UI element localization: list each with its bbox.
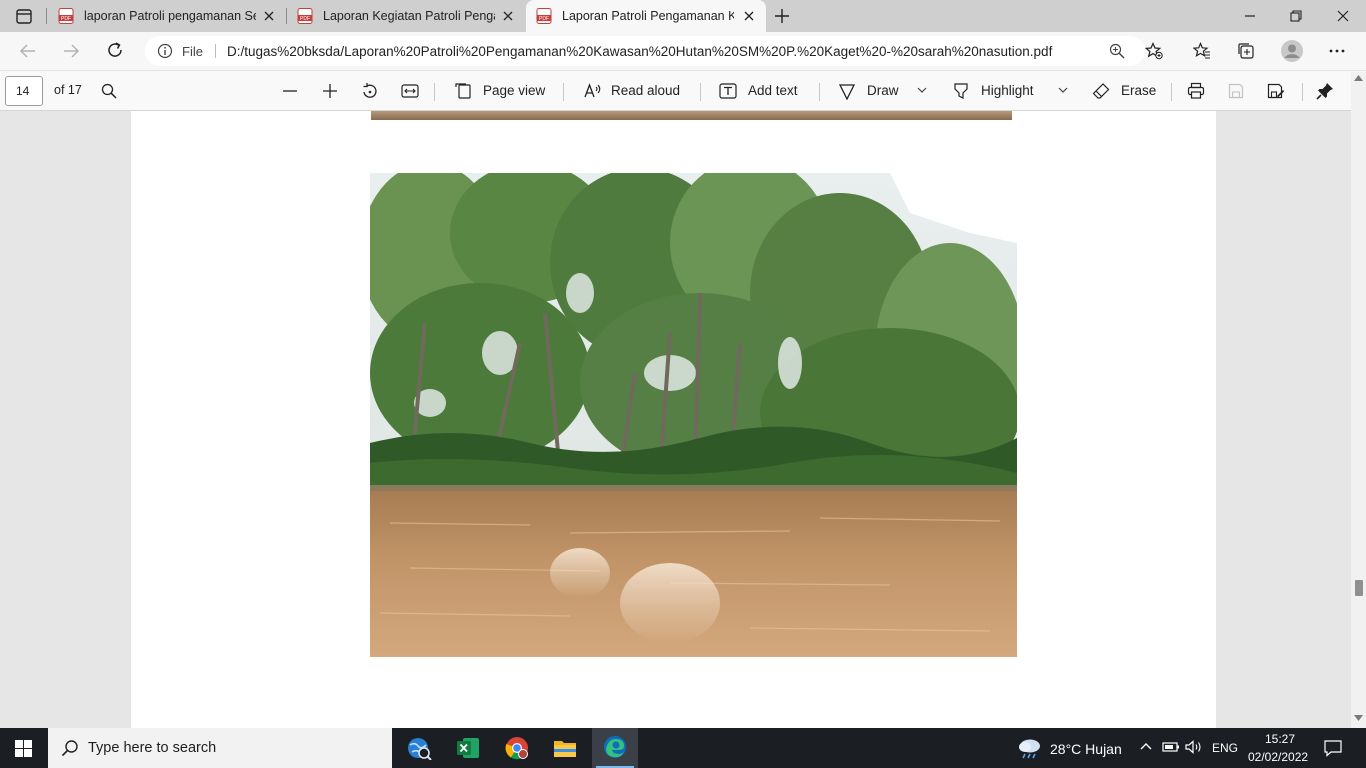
weather-text[interactable]: 28°C Hujan [1050, 741, 1122, 757]
chevron-up-icon[interactable] [1140, 742, 1152, 751]
read-aloud-button[interactable]: Read aloud [611, 83, 680, 98]
zoom-icon[interactable] [1109, 43, 1125, 59]
info-icon[interactable] [157, 43, 173, 59]
search-icon [61, 739, 79, 757]
pin-toolbar-icon[interactable] [1316, 82, 1334, 100]
photo-river-forest [370, 173, 1017, 660]
window-close-icon[interactable] [1336, 9, 1350, 23]
close-icon[interactable] [262, 9, 276, 23]
pdf-document-area[interactable] [0, 111, 1351, 728]
address-bar[interactable]: File D:/tugas%20bksda/Laporan%20Patroli%… [145, 36, 1145, 66]
tab-laporan-patroli-sebuku[interactable]: PDF laporan Patroli pengamanan Seb [48, 0, 286, 32]
notifications-icon[interactable] [1324, 739, 1342, 757]
back-icon[interactable] [19, 43, 37, 59]
file-explorer-app-icon[interactable] [553, 737, 577, 759]
tab-title: Laporan Patroli Pengamanan Kav [562, 9, 734, 23]
more-menu-icon[interactable] [1329, 49, 1345, 53]
chrome-app-icon[interactable] [505, 736, 529, 760]
edge-icon [603, 735, 627, 759]
windows-taskbar: Type here to search 28°C Hujan ENG 15:27… [0, 728, 1366, 768]
add-text-icon[interactable] [719, 83, 737, 99]
scroll-up-arrow[interactable] [1354, 75, 1363, 81]
restore-icon[interactable] [1289, 9, 1303, 23]
favorites-icon[interactable] [1193, 42, 1211, 60]
battery-icon[interactable] [1162, 741, 1180, 753]
pdf-file-icon: PDF [297, 8, 313, 24]
chevron-down-icon[interactable] [917, 86, 927, 94]
svg-text:PDF: PDF [300, 16, 310, 22]
volume-icon[interactable] [1185, 740, 1203, 754]
eraser-icon[interactable] [1092, 82, 1110, 100]
highlight-icon[interactable] [952, 82, 970, 100]
pdf-page [131, 111, 1216, 728]
erase-button[interactable]: Erase [1121, 83, 1156, 98]
fit-page-icon[interactable] [401, 83, 419, 99]
tab-title: Laporan Kegiatan Patroli Pengam [323, 9, 495, 23]
add-favorite-icon[interactable] [1145, 42, 1163, 60]
search-icon[interactable] [101, 83, 117, 99]
previous-photo-edge [371, 111, 1012, 120]
svg-text:PDF: PDF [61, 16, 71, 22]
rotate-icon[interactable] [361, 82, 379, 100]
save-icon[interactable] [1228, 83, 1244, 99]
page-number-input[interactable]: 14 [5, 76, 43, 106]
edge-app-active[interactable] [592, 728, 638, 768]
pdf-toolbar: 14 of 17 Page view Read aloud Add text D… [0, 70, 1366, 111]
pdf-file-icon: PDF [58, 8, 74, 24]
input-language[interactable]: ENG [1212, 741, 1238, 755]
add-text-button[interactable]: Add text [748, 83, 798, 98]
clock-date[interactable]: 02/02/2022 [1248, 750, 1308, 764]
profile-avatar[interactable] [1281, 40, 1303, 62]
zoom-out-icon[interactable] [282, 83, 298, 99]
browser-globe-app-icon[interactable] [406, 736, 432, 760]
search-placeholder: Type here to search [88, 740, 217, 756]
vertical-scrollbar[interactable] [1351, 72, 1366, 728]
svg-text:PDF: PDF [539, 16, 549, 22]
draw-button[interactable]: Draw [867, 83, 899, 98]
chevron-down-icon[interactable] [1058, 86, 1068, 94]
taskbar-search-box[interactable]: Type here to search [48, 728, 392, 768]
new-tab-icon[interactable] [774, 8, 790, 24]
pdf-file-icon: PDF [536, 8, 552, 24]
navigation-bar: File D:/tugas%20bksda/Laporan%20Patroli%… [0, 32, 1366, 70]
clock-time[interactable]: 15:27 [1265, 732, 1295, 746]
draw-icon[interactable] [838, 82, 856, 100]
page-total-label: of 17 [54, 83, 82, 97]
highlight-button[interactable]: Highlight [981, 83, 1034, 98]
refresh-icon[interactable] [106, 41, 124, 59]
windows-start-icon[interactable] [15, 740, 32, 757]
close-icon[interactable] [742, 9, 756, 23]
url-scheme-label: File [182, 44, 203, 59]
close-icon[interactable] [501, 9, 515, 23]
tab-strip: PDF laporan Patroli pengamanan Seb PDF L… [0, 0, 1366, 32]
excel-app-icon[interactable] [456, 736, 480, 760]
tab-laporan-patroli-kaget[interactable]: PDF Laporan Patroli Pengamanan Kav [526, 0, 766, 32]
forward-icon[interactable] [62, 43, 80, 59]
minimize-icon[interactable] [1243, 9, 1257, 23]
read-aloud-icon[interactable] [584, 82, 602, 100]
scrollbar-thumb[interactable] [1355, 580, 1363, 596]
collections-icon[interactable] [1237, 42, 1255, 60]
scroll-down-arrow[interactable] [1354, 715, 1363, 721]
url-text[interactable]: D:/tugas%20bksda/Laporan%20Patroli%20Pen… [227, 44, 1052, 59]
zoom-in-icon[interactable] [322, 83, 338, 99]
print-icon[interactable] [1187, 82, 1205, 100]
tab-laporan-kegiatan-patroli[interactable]: PDF Laporan Kegiatan Patroli Pengam [287, 0, 525, 32]
page-view-icon[interactable] [455, 83, 471, 99]
tab-title: laporan Patroli pengamanan Seb [84, 9, 256, 23]
tab-actions-icon[interactable] [16, 9, 32, 24]
weather-cloud-rain-icon[interactable] [1017, 737, 1043, 759]
page-view-button[interactable]: Page view [483, 83, 545, 98]
save-as-icon[interactable] [1267, 83, 1285, 99]
